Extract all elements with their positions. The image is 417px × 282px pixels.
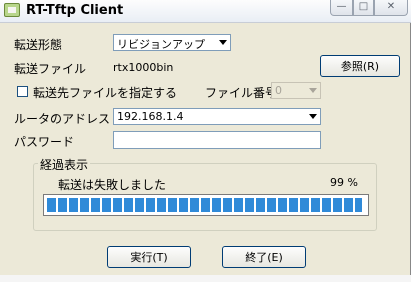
transfer-mode-value: リビジョンアップ (117, 38, 205, 51)
file-number-select: 0 (271, 82, 321, 99)
progress-bar-fill (47, 198, 362, 212)
app-icon (4, 3, 20, 17)
chevron-down-icon (305, 83, 320, 98)
exit-button[interactable]: 終了(E) (222, 246, 306, 268)
transfer-mode-select[interactable]: リビジョンアップ (113, 34, 231, 51)
window-bottom-edge (0, 275, 411, 282)
minimize-icon: — (336, 1, 347, 12)
transfer-mode-label: 転送形態 (14, 38, 63, 52)
close-button[interactable]: ✕ (374, 0, 408, 16)
password-field[interactable] (113, 131, 321, 149)
chevron-down-icon[interactable] (215, 35, 230, 50)
status-text: 転送は失敗しました (58, 178, 167, 192)
run-button[interactable]: 実行(T) (107, 246, 191, 268)
password-label: パスワード (14, 135, 75, 149)
browse-button[interactable]: 参照(R) (320, 55, 400, 77)
router-address-value[interactable]: 192.168.1.4 (117, 110, 183, 123)
close-icon: ✕ (386, 1, 396, 12)
router-address-label: ルータのアドレス (14, 112, 111, 126)
title-bar[interactable]: RT-Tftp Client — □ ✕ (0, 0, 411, 23)
minimize-button[interactable]: — (330, 0, 353, 16)
progress-group-title: 経過表示 (38, 156, 91, 173)
dest-file-checkbox[interactable] (17, 86, 28, 97)
router-address-combo[interactable]: 192.168.1.4 (113, 108, 321, 125)
app-window: RT-Tftp Client — □ ✕ 転送形態 リビジョンアップ 転送ファイ… (0, 0, 411, 282)
transfer-file-value: rtx1000bin (113, 61, 174, 74)
maximize-button[interactable]: □ (353, 0, 374, 16)
dest-file-checkbox-label: 転送先ファイルを指定する (33, 86, 178, 100)
percent-text: 99 % (330, 176, 358, 189)
chevron-down-icon[interactable] (305, 109, 320, 124)
transfer-file-label: 転送ファイル (14, 62, 87, 76)
file-number-value: 0 (275, 84, 282, 97)
file-number-label: ファイル番号: (205, 86, 282, 100)
progress-bar (43, 194, 369, 216)
maximize-icon: □ (358, 1, 369, 12)
window-title: RT-Tftp Client (26, 3, 124, 18)
